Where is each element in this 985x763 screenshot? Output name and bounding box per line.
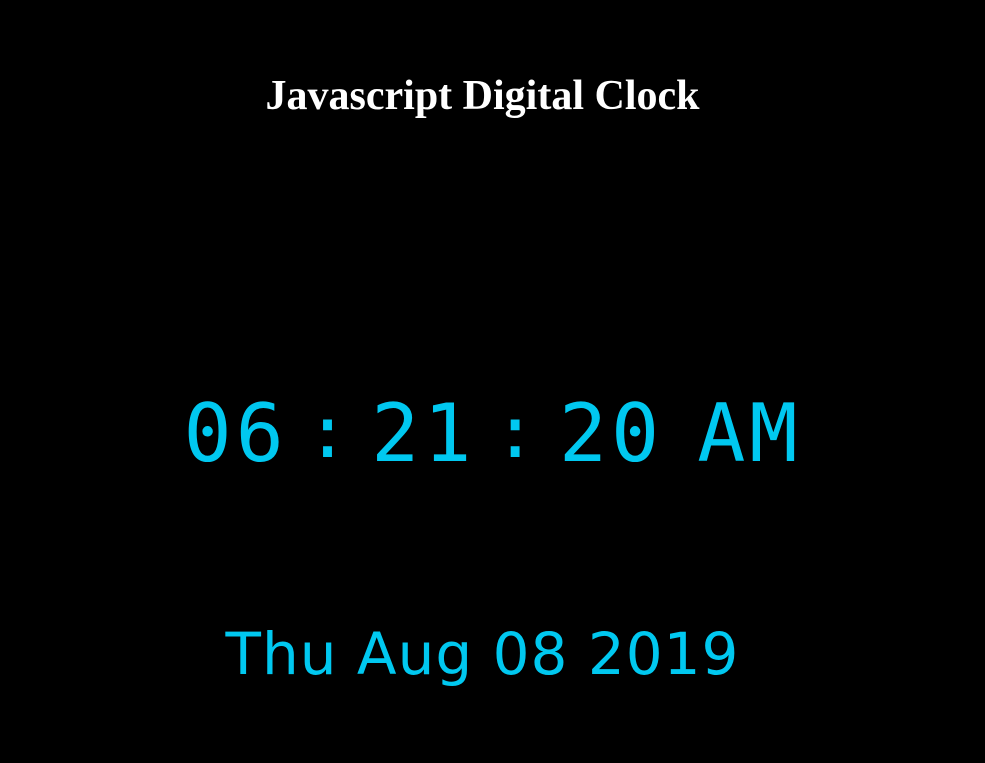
clock-minutes: 21	[371, 387, 476, 480]
digital-clock: 06:21:20 AM	[0, 388, 985, 482]
clock-period: AM	[697, 387, 802, 480]
clock-date: Thu Aug 08 2019	[225, 620, 740, 688]
clock-separator: :	[305, 390, 354, 474]
page-title: Javascript Digital Clock	[265, 73, 700, 119]
clock-page: Javascript Digital Clock 06:21:20 AM Thu …	[0, 0, 985, 763]
clock-seconds: 20	[558, 387, 664, 480]
clock-separator: :	[493, 390, 541, 474]
clock-hours: 06	[183, 387, 288, 480]
